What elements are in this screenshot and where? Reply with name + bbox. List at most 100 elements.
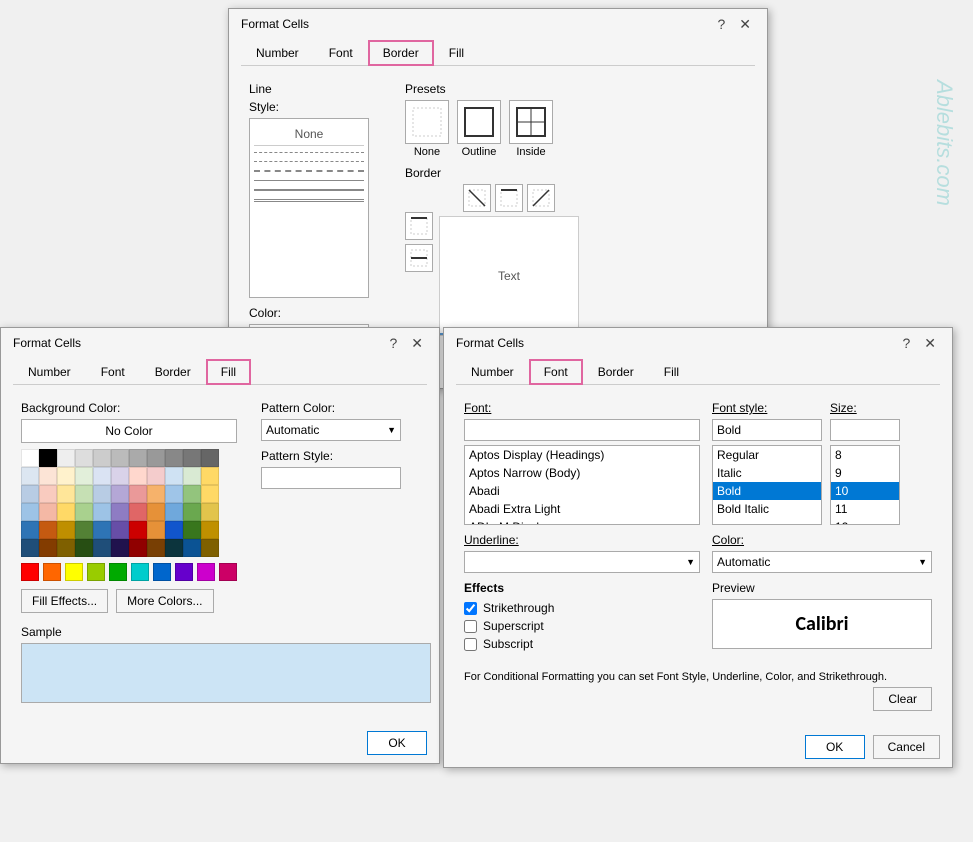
color-r2c6[interactable] <box>111 467 129 485</box>
font-item-aptos-body[interactable]: Aptos Narrow (Body) <box>465 464 699 482</box>
font-cancel-btn[interactable]: Cancel <box>873 735 940 759</box>
color-r5c2[interactable] <box>39 521 57 539</box>
color-r4c11[interactable] <box>201 503 219 521</box>
color-green[interactable] <box>109 563 127 581</box>
color-yellow[interactable] <box>65 563 83 581</box>
color-r3c11b[interactable] <box>201 485 219 503</box>
fill-ok-btn[interactable]: OK <box>367 731 427 755</box>
color-r5c6[interactable] <box>111 521 129 539</box>
color-purple[interactable] <box>175 563 193 581</box>
color-r4c6[interactable] <box>111 503 129 521</box>
size-10[interactable]: 10 <box>831 482 899 500</box>
tab-border-border[interactable]: Border <box>368 40 434 66</box>
preset-outline-btn[interactable] <box>457 100 501 144</box>
color-r2c11[interactable] <box>201 467 219 485</box>
style-dashed2[interactable] <box>254 161 364 162</box>
color-gray5[interactable] <box>129 449 147 467</box>
color-r3c10[interactable] <box>183 485 201 503</box>
color-r3c3[interactable] <box>57 485 75 503</box>
tab-font-fill[interactable]: Font <box>86 359 140 385</box>
preset-inside-btn[interactable] <box>509 100 553 144</box>
color-pink[interactable] <box>219 563 237 581</box>
style-solid2[interactable] <box>254 189 364 191</box>
border-middle-h-btn[interactable] <box>405 244 433 272</box>
color-r3c1[interactable] <box>21 485 39 503</box>
color-r3c4[interactable] <box>75 485 93 503</box>
superscript-row[interactable]: Superscript <box>464 619 700 633</box>
color-r2c1[interactable] <box>21 467 39 485</box>
color-right-dropdown[interactable]: Automatic ▼ <box>712 551 932 573</box>
tab-font-font[interactable]: Font <box>529 359 583 385</box>
color-r4c3[interactable] <box>57 503 75 521</box>
color-gray7[interactable] <box>165 449 183 467</box>
color-r4c4[interactable] <box>75 503 93 521</box>
style-box[interactable]: None <box>249 118 369 298</box>
color-r4c1[interactable] <box>21 503 39 521</box>
border-dialog-help[interactable]: ? <box>713 17 729 31</box>
color-r5c8[interactable] <box>147 521 165 539</box>
color-gray8[interactable] <box>183 449 201 467</box>
font-dialog-help[interactable]: ? <box>898 336 914 350</box>
font-name-input[interactable] <box>464 419 700 441</box>
color-r3c7[interactable] <box>129 485 147 503</box>
color-gray6[interactable] <box>147 449 165 467</box>
border-diag-tl-btn[interactable] <box>463 184 491 212</box>
color-r6c4[interactable] <box>75 539 93 557</box>
font-item-abadi[interactable]: Abadi <box>465 482 699 500</box>
border-top-btn[interactable] <box>405 212 433 240</box>
color-r5c11[interactable] <box>201 521 219 539</box>
color-r3c6[interactable] <box>111 485 129 503</box>
style-italic[interactable]: Italic <box>713 464 821 482</box>
fill-dialog-help[interactable]: ? <box>385 336 401 350</box>
size-8[interactable]: 8 <box>831 446 899 464</box>
style-regular[interactable]: Regular <box>713 446 821 464</box>
color-r6c9[interactable] <box>165 539 183 557</box>
tab-number-fill[interactable]: Number <box>13 359 86 385</box>
color-r6c11b[interactable] <box>201 539 219 557</box>
tab-font-border[interactable]: Font <box>314 40 368 66</box>
size-12[interactable]: 12 <box>831 518 899 525</box>
color-gray1[interactable] <box>57 449 75 467</box>
tab-number-font[interactable]: Number <box>456 359 529 385</box>
pattern-color-drop[interactable]: Automatic ▼ <box>261 419 401 441</box>
border-diag-tr-btn[interactable] <box>527 184 555 212</box>
color-white[interactable] <box>21 449 39 467</box>
color-r2c10[interactable] <box>183 467 201 485</box>
color-gray4[interactable] <box>111 449 129 467</box>
color-r2c3[interactable] <box>57 467 75 485</box>
style-bold-italic[interactable]: Bold Italic <box>713 500 821 518</box>
color-blue[interactable] <box>153 563 171 581</box>
color-r3c2[interactable] <box>39 485 57 503</box>
color-r3c5[interactable] <box>93 485 111 503</box>
color-lime[interactable] <box>87 563 105 581</box>
color-r4c5[interactable] <box>93 503 111 521</box>
font-size-input[interactable] <box>830 419 900 441</box>
style-bold[interactable]: Bold <box>713 482 821 500</box>
superscript-checkbox[interactable] <box>464 620 477 633</box>
color-gray2[interactable] <box>75 449 93 467</box>
color-red[interactable] <box>21 563 39 581</box>
subscript-checkbox[interactable] <box>464 638 477 651</box>
font-dialog-close[interactable]: ✕ <box>920 336 940 350</box>
fill-dialog-close[interactable]: ✕ <box>407 336 427 350</box>
color-r5c3[interactable] <box>57 521 75 539</box>
font-style-input[interactable] <box>712 419 822 441</box>
font-item-adlam[interactable]: ADLaM Display <box>465 518 699 525</box>
color-teal[interactable] <box>131 563 149 581</box>
color-r2c2[interactable] <box>39 467 57 485</box>
color-gray3[interactable] <box>93 449 111 467</box>
style-dashed[interactable] <box>254 152 364 153</box>
fill-effects-btn[interactable]: Fill Effects... <box>21 589 108 613</box>
tab-border-fill[interactable]: Border <box>140 359 206 385</box>
font-size-list[interactable]: 8 9 10 11 12 14 <box>830 445 900 525</box>
color-r6c10[interactable] <box>183 539 201 557</box>
color-r5c1[interactable] <box>21 521 39 539</box>
color-r5c10[interactable] <box>183 521 201 539</box>
color-r5c7[interactable] <box>129 521 147 539</box>
underline-dropdown[interactable]: ▼ <box>464 551 700 573</box>
size-11[interactable]: 11 <box>831 500 899 518</box>
color-r3c9[interactable] <box>165 485 183 503</box>
tab-fill-border[interactable]: Fill <box>434 40 479 66</box>
color-r4c7[interactable] <box>129 503 147 521</box>
color-orange[interactable] <box>43 563 61 581</box>
